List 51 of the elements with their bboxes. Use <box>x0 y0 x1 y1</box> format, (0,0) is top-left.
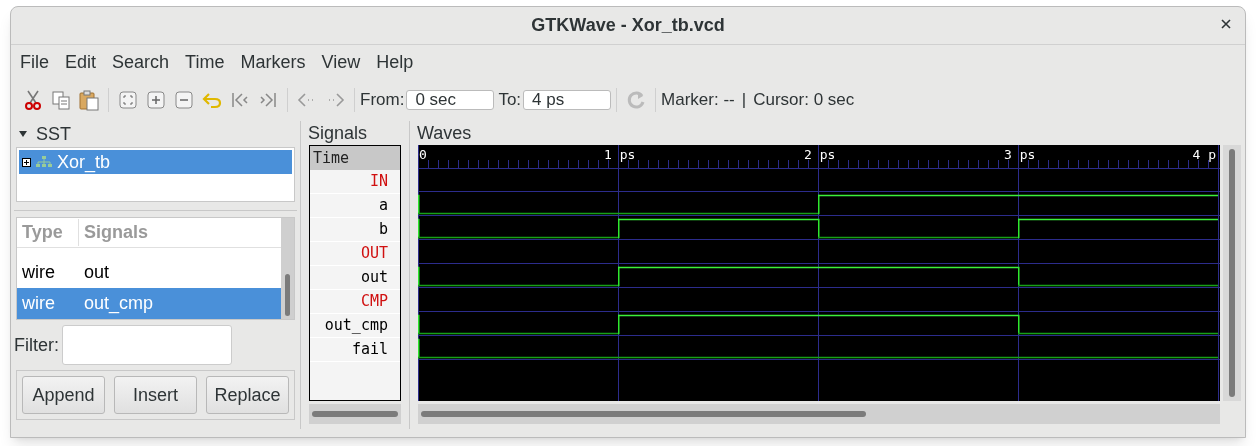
expander-icon[interactable] <box>18 129 28 139</box>
action-button[interactable]: Append <box>22 376 105 414</box>
time-header: Time <box>310 146 400 170</box>
signal-name[interactable]: out_cmp <box>310 314 400 338</box>
panel-title: Waves <box>416 122 473 145</box>
ruler-label: 3 ps <box>1004 147 1036 162</box>
expand-icon[interactable] <box>22 157 31 167</box>
signal-name[interactable]: a <box>310 194 400 218</box>
signal-name[interactable]: fail <box>310 338 400 362</box>
menu-item[interactable]: Time <box>178 46 232 78</box>
zoom-fit-icon[interactable] <box>117 89 139 111</box>
from-field[interactable]: 0 sec <box>406 90 495 110</box>
group-label[interactable]: OUT <box>310 242 400 266</box>
filter-field[interactable] <box>62 325 232 365</box>
to-label: To: <box>498 89 522 112</box>
copy-icon[interactable] <box>50 89 72 111</box>
action-button[interactable]: Insert <box>114 376 197 414</box>
ruler-label: 1 ps <box>604 147 636 162</box>
scrollbar-thumb[interactable] <box>421 411 866 417</box>
ruler-label: 4 p <box>1192 147 1216 162</box>
signal-name[interactable]: out <box>310 266 400 290</box>
marker-readout: Marker: -- <box>661 89 735 112</box>
sst-title: SST <box>36 122 71 146</box>
ruler-label: 0 <box>419 147 427 162</box>
to-field[interactable]: 4 ps <box>523 90 612 110</box>
signal-name[interactable]: b <box>310 218 400 242</box>
close-icon[interactable] <box>1221 19 1231 29</box>
zoom-out-icon[interactable] <box>173 89 195 111</box>
menu-item[interactable]: Search <box>105 46 177 78</box>
zoom-in-icon[interactable] <box>145 89 167 111</box>
menu-item[interactable]: File <box>13 46 56 78</box>
action-button[interactable]: Replace <box>206 376 289 414</box>
menu-item[interactable]: View <box>314 46 368 78</box>
window-title: GTKWave - Xor_tb.vcd <box>531 14 725 37</box>
panel-title: Signals <box>307 122 369 145</box>
menu-item[interactable]: Markers <box>233 46 313 78</box>
separator-text: | <box>741 89 747 112</box>
group-label[interactable]: IN <box>310 170 400 194</box>
cut-icon[interactable] <box>22 89 44 111</box>
ruler-label: 2 ps <box>804 147 836 162</box>
group-label[interactable]: CMP <box>310 290 400 314</box>
paste-icon[interactable] <box>78 89 100 111</box>
list-row[interactable]: wire out <box>17 257 281 288</box>
menu-item[interactable]: Edit <box>58 46 104 78</box>
menu-item[interactable]: Help <box>369 46 421 78</box>
filter-label: Filter: <box>14 333 59 357</box>
scrollbar-thumb[interactable] <box>285 274 290 316</box>
from-label: From: <box>360 89 405 112</box>
cursor-readout: Cursor: 0 sec <box>753 89 855 112</box>
scrollbar-thumb[interactable] <box>1229 149 1235 397</box>
scrollbar-thumb[interactable] <box>312 411 398 417</box>
